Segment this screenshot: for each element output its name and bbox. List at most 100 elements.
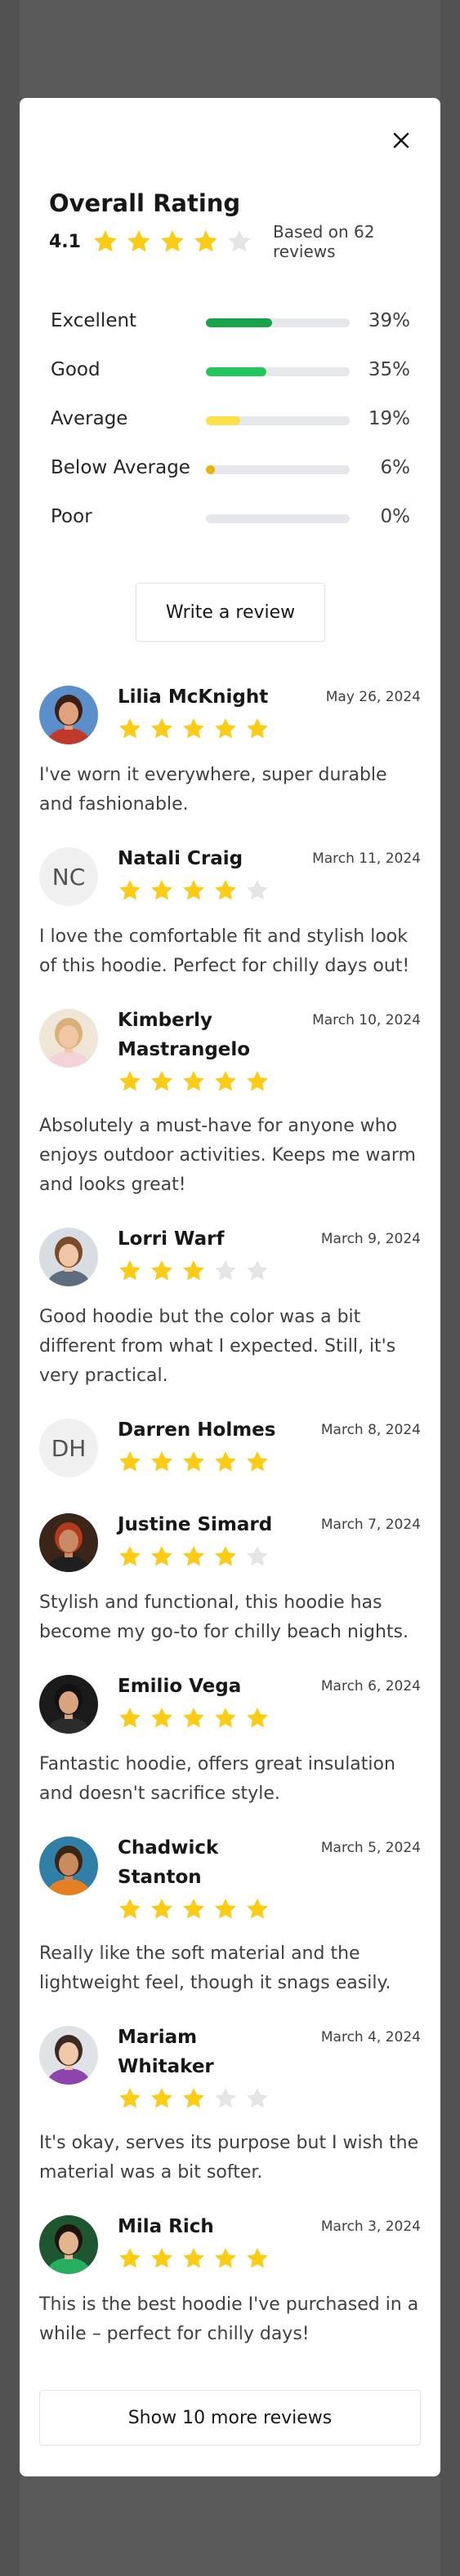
star-filled-icon xyxy=(213,2246,238,2271)
star-filled-icon xyxy=(181,878,206,903)
reviewer-name: Mariam Whitaker xyxy=(118,2027,214,2077)
breakdown-bar-track xyxy=(206,416,350,425)
breakdown-row: Good 35% xyxy=(51,351,410,400)
star-filled-icon xyxy=(245,717,270,741)
star-filled-icon xyxy=(213,1897,238,1921)
breakdown-bar-track xyxy=(206,465,350,474)
review-header: DH Darren Holmes March 8, 2024 xyxy=(39,1414,421,1477)
star-filled-icon xyxy=(118,2246,142,2271)
show-more-reviews-button[interactable]: Show 10 more reviews xyxy=(39,2390,421,2445)
review-item: Chadwick Stanton March 5, 2024 Really like… xyxy=(39,1832,421,1998)
review-item: NC Natali Craig March 11, 2024 I love the c… xyxy=(39,842,421,981)
review-stars xyxy=(118,2086,421,2111)
review-date: March 8, 2024 xyxy=(320,1422,421,1438)
star-filled-icon xyxy=(181,2086,206,2111)
breakdown-percent: 6% xyxy=(380,457,411,478)
breakdown-label: Excellent xyxy=(51,310,137,331)
reviewer-name: Justine Simard xyxy=(118,1514,273,1535)
star-filled-icon xyxy=(159,229,185,255)
reviewer-name: Lilia McKnight xyxy=(118,686,269,708)
breakdown-bar-fill xyxy=(206,465,215,474)
star-filled-icon xyxy=(181,1544,206,1569)
star-filled-icon xyxy=(150,717,174,741)
breakdown-percent: 35% xyxy=(368,359,410,380)
review-item: Justine Simard March 7, 2024 Stylish and f… xyxy=(39,1508,421,1647)
star-filled-icon xyxy=(118,1706,142,1730)
review-date: March 6, 2024 xyxy=(320,1678,421,1694)
overall-rating-title: Overall Rating xyxy=(49,189,241,217)
breakdown-bar-track xyxy=(206,318,350,327)
review-text: Fantastic hoodie, offers great insulatio… xyxy=(39,1754,395,1804)
breakdown-percent: 19% xyxy=(368,408,410,429)
review-item: Mila Rich March 3, 2024 This is the best h… xyxy=(39,2210,421,2349)
star-filled-icon xyxy=(150,1259,174,1283)
star-empty-icon xyxy=(245,878,270,903)
avatar xyxy=(39,1228,98,1286)
rating-modal: Overall Rating 4.1 Based on 62 reviews E… xyxy=(20,98,440,2476)
review-count: Based on 62 reviews xyxy=(272,222,375,261)
avatar xyxy=(39,1837,98,1895)
star-filled-icon xyxy=(92,229,118,255)
star-filled-icon xyxy=(150,1544,174,1569)
star-filled-icon xyxy=(118,1069,142,1094)
breakdown-row: Excellent 39% xyxy=(51,302,410,351)
review-date: March 5, 2024 xyxy=(320,1840,421,1856)
star-filled-icon xyxy=(181,1069,206,1094)
review-text: I've worn it everywhere, super durable a… xyxy=(39,765,387,815)
reviewer-name: Emilio Vega xyxy=(118,1676,242,1697)
star-filled-icon xyxy=(118,1897,142,1921)
star-empty-icon xyxy=(213,2086,238,2111)
review-header: Lilia McKnight May 26, 2024 xyxy=(39,681,421,744)
reviewer-name: Mila Rich xyxy=(118,2216,214,2237)
review-header: Chadwick Stanton March 5, 2024 xyxy=(39,1832,421,1921)
review-date: March 10, 2024 xyxy=(312,1012,421,1028)
star-filled-icon xyxy=(150,1706,174,1730)
breakdown-bar-fill xyxy=(206,367,266,376)
reviewer-name: Darren Holmes xyxy=(118,1419,276,1441)
reviewer-name: Chadwick Stanton xyxy=(118,1837,219,1888)
review-item: Lilia McKnight May 26, 2024 I've worn it e… xyxy=(39,681,421,819)
review-header: Emilio Vega March 6, 2024 xyxy=(39,1670,421,1734)
star-filled-icon xyxy=(213,1706,238,1730)
star-filled-icon xyxy=(213,1450,238,1474)
star-empty-icon xyxy=(245,1544,270,1569)
star-filled-icon xyxy=(126,229,152,255)
review-list: Lilia McKnight May 26, 2024 I've worn it e… xyxy=(39,681,421,2372)
star-empty-icon xyxy=(226,229,252,255)
star-filled-icon xyxy=(150,1897,174,1921)
close-icon xyxy=(393,132,409,149)
rating-breakdown: Excellent 39% Good 35% Average 19% Below Avera… xyxy=(51,302,410,547)
overall-stars xyxy=(92,229,260,255)
star-filled-icon xyxy=(181,1897,206,1921)
review-stars xyxy=(118,1706,421,1730)
star-filled-icon xyxy=(213,717,238,741)
reviewer-name: Lorri Warf xyxy=(118,1228,225,1250)
star-filled-icon xyxy=(118,717,142,741)
review-header: Kimberly Mastrangelo March 10, 2024 xyxy=(39,1004,421,1094)
review-item: Kimberly Mastrangelo March 10, 2024 Absolu… xyxy=(39,1004,421,1200)
backdrop-bottom xyxy=(20,2476,440,2576)
star-filled-icon xyxy=(213,1069,238,1094)
review-stars xyxy=(118,1450,421,1474)
avatar xyxy=(39,1009,98,1068)
close-button[interactable] xyxy=(390,129,413,152)
star-filled-icon xyxy=(181,1259,206,1283)
star-filled-icon xyxy=(118,1544,142,1569)
review-date: March 7, 2024 xyxy=(320,1517,421,1533)
star-empty-icon xyxy=(245,1259,270,1283)
avatar xyxy=(39,2215,98,2274)
breakdown-percent: 39% xyxy=(368,310,410,331)
star-filled-icon xyxy=(118,2086,142,2111)
write-review-button[interactable]: Write a review xyxy=(136,583,325,642)
review-header: Mariam Whitaker March 4, 2024 xyxy=(39,2021,421,2111)
review-item: Lorri Warf March 9, 2024 Good hoodie but t… xyxy=(39,1223,421,1391)
star-filled-icon xyxy=(150,1450,174,1474)
review-date: March 3, 2024 xyxy=(320,2218,421,2235)
breakdown-row: Below Average 6% xyxy=(51,449,410,498)
review-header: Lorri Warf March 9, 2024 xyxy=(39,1223,421,1286)
review-text: I love the comfortable fit and stylish l… xyxy=(39,926,410,976)
rating-value: 4.1 xyxy=(49,231,81,252)
star-filled-icon xyxy=(181,2246,206,2271)
review-item: Emilio Vega March 6, 2024 Fantastic hoodie… xyxy=(39,1670,421,1809)
avatar xyxy=(39,686,98,744)
